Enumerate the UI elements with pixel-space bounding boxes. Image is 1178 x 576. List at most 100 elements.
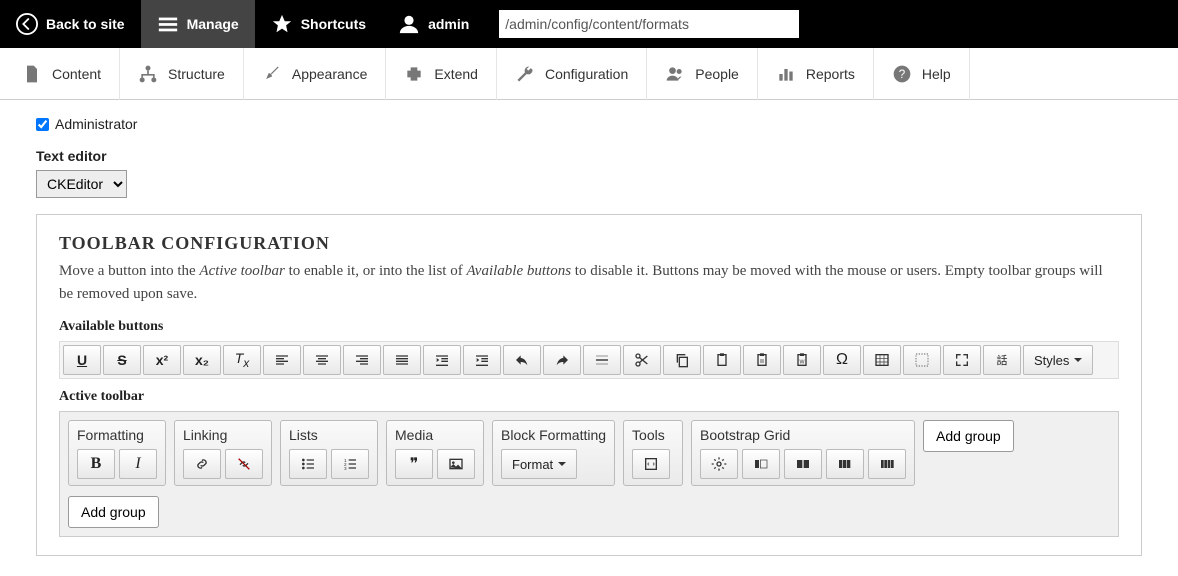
group-lists[interactable]: Lists 123 <box>280 420 378 486</box>
source-button[interactable] <box>632 449 670 479</box>
image-button[interactable] <box>437 449 475 479</box>
group-media[interactable]: Media ❞ <box>386 420 484 486</box>
showblocks-button[interactable] <box>903 345 941 375</box>
group-bootstrap-grid[interactable]: Bootstrap Grid <box>691 420 915 486</box>
superscript-button[interactable]: x² <box>143 345 181 375</box>
role-administrator-checkbox[interactable] <box>36 118 49 131</box>
menu-content[interactable]: Content <box>4 48 120 100</box>
align-center-button[interactable] <box>303 345 341 375</box>
back-to-site-label: Back to site <box>46 16 125 32</box>
svg-text:3: 3 <box>344 466 347 471</box>
menu-configuration[interactable]: Configuration <box>497 48 647 100</box>
role-administrator-row: Administrator <box>36 116 1142 132</box>
remove-format-button[interactable]: Tx <box>223 345 261 375</box>
underline-button[interactable]: U <box>63 345 101 375</box>
undo-button[interactable] <box>503 345 541 375</box>
language-button[interactable]: 話 <box>983 345 1021 375</box>
back-to-site-tab[interactable]: Back to site <box>0 0 141 48</box>
cut-button[interactable] <box>623 345 661 375</box>
content-region: Administrator Text editor CKEditor TOOLB… <box>0 100 1178 576</box>
manage-tab[interactable]: Manage <box>141 0 255 48</box>
add-group-button-row1[interactable]: Add group <box>923 420 1014 452</box>
svg-text:W: W <box>799 359 805 365</box>
subscript-icon: x₂ <box>195 352 209 368</box>
available-buttons-row: U S x² x₂ Tx W Ω 話 Styles <box>59 341 1119 379</box>
back-arrow-icon <box>16 13 38 35</box>
link-icon <box>194 456 210 472</box>
shortcuts-tab[interactable]: Shortcuts <box>255 0 382 48</box>
toolbar-config-title: TOOLBAR CONFIGURATION <box>59 233 1119 254</box>
svg-text:?: ? <box>899 68 906 81</box>
quote-icon: ❞ <box>410 454 419 474</box>
align-right-button[interactable] <box>343 345 381 375</box>
group-formatting[interactable]: Formatting B I <box>68 420 166 486</box>
source-icon <box>643 456 659 472</box>
active-toolbar-area: Formatting B I Linking Lists <box>59 411 1119 537</box>
group-linking[interactable]: Linking <box>174 420 272 486</box>
bold-button[interactable]: B <box>77 449 115 479</box>
menu-extend[interactable]: Extend <box>386 48 497 100</box>
indent-icon <box>474 352 490 368</box>
group-block-formatting[interactable]: Block Formatting Format <box>492 420 615 486</box>
align-left-icon <box>274 352 290 368</box>
undo-icon <box>514 352 530 368</box>
paste-text-button[interactable] <box>743 345 781 375</box>
remove-format-icon: Tx <box>235 350 249 370</box>
outdent-button[interactable] <box>423 345 461 375</box>
align-center-icon <box>314 352 330 368</box>
indent-button[interactable] <box>463 345 501 375</box>
horizontal-rule-button[interactable] <box>583 345 621 375</box>
redo-button[interactable] <box>543 345 581 375</box>
grid-col1-button[interactable] <box>742 449 780 479</box>
text-editor-label: Text editor <box>36 148 1142 164</box>
drupal-toolbar: Back to site Manage Shortcuts admin <box>0 0 1178 48</box>
format-dropdown[interactable]: Format <box>501 449 577 479</box>
strike-button[interactable]: S <box>103 345 141 375</box>
scissors-icon <box>634 352 650 368</box>
grid-col3-button[interactable] <box>826 449 864 479</box>
specialchar-button[interactable]: Ω <box>823 345 861 375</box>
styles-dropdown[interactable]: Styles <box>1023 345 1093 375</box>
paste-word-button[interactable]: W <box>783 345 821 375</box>
italic-button[interactable]: I <box>119 449 157 479</box>
group-tools[interactable]: Tools <box>623 420 683 486</box>
admin-path-input[interactable] <box>499 10 799 38</box>
link-button[interactable] <box>183 449 221 479</box>
subscript-button[interactable]: x₂ <box>183 345 221 375</box>
gear-icon <box>711 456 727 472</box>
bulleted-list-button[interactable] <box>289 449 327 479</box>
menu-reports[interactable]: Reports <box>758 48 874 100</box>
align-justify-button[interactable] <box>383 345 421 375</box>
grid-settings-button[interactable] <box>700 449 738 479</box>
table-button[interactable] <box>863 345 901 375</box>
numbered-list-button[interactable]: 123 <box>331 449 369 479</box>
grid-col4-button[interactable] <box>868 449 906 479</box>
toolbar-config-description: Move a button into the Active toolbar to… <box>59 260 1119 305</box>
paste-button[interactable] <box>703 345 741 375</box>
paste-text-icon <box>754 352 770 368</box>
text-editor-select[interactable]: CKEditor <box>36 170 127 198</box>
grid-3-icon <box>837 456 853 472</box>
menu-help[interactable]: ? Help <box>874 48 970 100</box>
user-tab[interactable]: admin <box>382 0 485 48</box>
copy-icon <box>674 352 690 368</box>
grid-col2-button[interactable] <box>784 449 822 479</box>
caret-down-icon <box>558 462 566 466</box>
paste-word-icon: W <box>794 352 810 368</box>
people-icon <box>665 64 685 84</box>
blockquote-button[interactable]: ❞ <box>395 449 433 479</box>
menu-structure[interactable]: Structure <box>120 48 244 100</box>
manage-label: Manage <box>187 16 239 32</box>
hierarchy-icon <box>138 64 158 84</box>
copy-button[interactable] <box>663 345 701 375</box>
grid-2-icon <box>795 456 811 472</box>
image-icon <box>448 456 464 472</box>
menu-people[interactable]: People <box>647 48 758 100</box>
add-group-button-row2[interactable]: Add group <box>68 496 159 528</box>
role-administrator-label: Administrator <box>55 116 137 132</box>
unlink-button[interactable] <box>225 449 263 479</box>
maximize-button[interactable] <box>943 345 981 375</box>
align-left-button[interactable] <box>263 345 301 375</box>
menu-appearance[interactable]: Appearance <box>244 48 387 100</box>
bar-chart-icon <box>776 64 796 84</box>
